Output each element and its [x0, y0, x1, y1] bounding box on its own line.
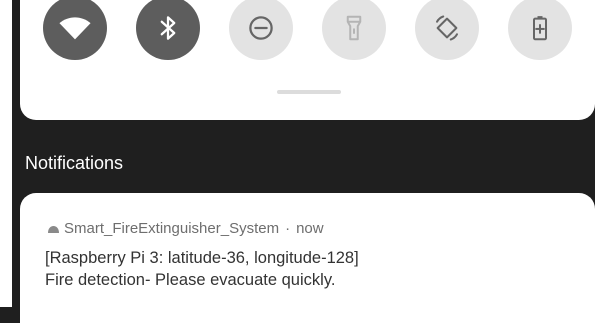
fire-extinguisher-app-icon: [47, 224, 60, 234]
edge-strip: [0, 0, 12, 307]
bluetooth-icon: [160, 16, 176, 40]
notification-title: [Raspberry Pi 3: latitude-36, longitude-…: [45, 249, 359, 267]
notification-time: now: [296, 220, 324, 237]
auto-rotate-tile[interactable]: [415, 0, 479, 60]
flashlight-icon: [346, 15, 362, 41]
do-not-disturb-tile[interactable]: [229, 0, 293, 60]
battery-saver-tile[interactable]: [508, 0, 572, 60]
header-separator: ·: [285, 220, 291, 237]
auto-rotate-icon: [436, 15, 458, 41]
notification-header: Smart_FireExtinguisher_System · now: [47, 220, 324, 238]
notification-card[interactable]: Smart_FireExtinguisher_System · now [Ras…: [20, 193, 595, 323]
notifications-heading: Notifications: [25, 153, 124, 173]
quick-settings-panel: [20, 0, 595, 120]
battery-saver-icon: [532, 16, 548, 41]
flashlight-tile[interactable]: [322, 0, 386, 60]
wifi-icon: [59, 17, 91, 40]
panel-drag-handle[interactable]: [277, 90, 341, 94]
notification-text: Fire detection- Please evacuate quickly.: [45, 271, 336, 289]
do-not-disturb-icon: [249, 16, 273, 40]
bluetooth-tile[interactable]: [136, 0, 200, 60]
wifi-tile[interactable]: [43, 0, 107, 60]
app-name: Smart_FireExtinguisher_System: [64, 220, 280, 237]
